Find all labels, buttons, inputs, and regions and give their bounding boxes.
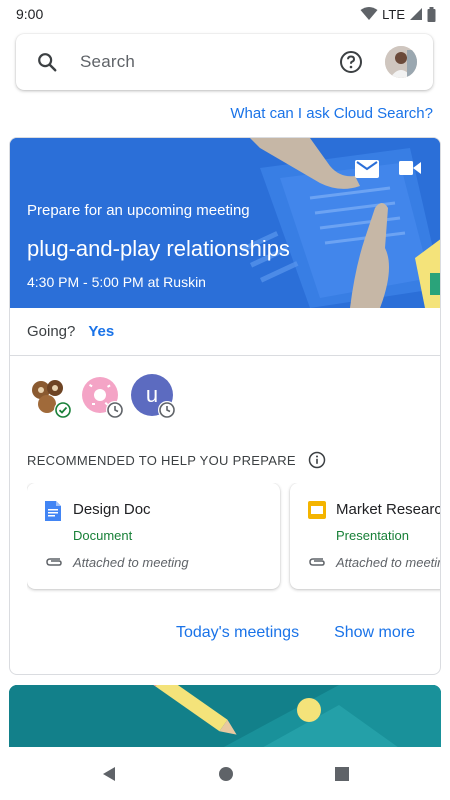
attachment-icon — [309, 558, 325, 566]
status-time: 9:00 — [16, 6, 44, 22]
back-icon[interactable] — [100, 765, 118, 783]
ask-cloud-search-link[interactable]: What can I ask Cloud Search? — [230, 105, 433, 122]
network-type: LTE — [382, 6, 405, 22]
battery-icon — [427, 6, 436, 22]
attendee-list: u — [27, 374, 176, 419]
doc-type: Document — [73, 528, 133, 543]
help-icon[interactable] — [339, 50, 363, 74]
meeting-time-location: 4:30 PM - 5:00 PM at Ruskin — [27, 274, 206, 290]
recommended-title: RECOMMENDED TO HELP YOU PREPARE — [27, 452, 296, 468]
doc-card[interactable]: Market Research Presentation Attached to… — [290, 483, 441, 589]
email-icon[interactable] — [355, 160, 379, 178]
meeting-card: Prepare for an upcoming meeting plug-and… — [9, 137, 441, 675]
pending-icon — [106, 401, 124, 419]
search-icon[interactable] — [36, 51, 58, 73]
doc-name: Design Doc — [73, 501, 151, 518]
recommended-docs-carousel[interactable]: Design Doc Document Attached to meeting … — [27, 483, 441, 593]
system-nav-bar — [0, 747, 450, 800]
google-docs-icon — [45, 501, 61, 521]
doc-type: Presentation — [336, 528, 409, 543]
search-bar[interactable]: Search — [16, 34, 433, 90]
attendee-avatar[interactable] — [79, 374, 124, 419]
signal-icon — [410, 8, 422, 20]
attachment-icon — [46, 558, 62, 566]
meeting-prompt: Prepare for an upcoming meeting — [27, 202, 250, 219]
todays-meetings-button[interactable]: Today's meetings — [176, 624, 299, 642]
account-avatar[interactable] — [385, 46, 417, 78]
next-card-illustration — [9, 685, 441, 755]
attendee-avatar[interactable] — [27, 374, 72, 419]
meeting-hero[interactable]: Prepare for an upcoming meeting plug-and… — [10, 138, 440, 308]
recents-icon[interactable] — [334, 766, 350, 782]
accepted-icon — [54, 401, 72, 419]
google-slides-icon — [308, 501, 326, 519]
recommended-header: RECOMMENDED TO HELP YOU PREPARE — [27, 451, 326, 469]
attendee-avatar[interactable]: u — [131, 374, 176, 419]
doc-name: Market Research — [336, 501, 441, 518]
wifi-icon — [360, 7, 378, 20]
status-bar: 9:00 LTE — [0, 0, 450, 28]
pending-icon — [158, 401, 176, 419]
card-actions: Today's meetings Show more — [176, 624, 415, 642]
doc-attachment-status: Attached to meeting — [73, 555, 189, 570]
video-call-icon[interactable] — [399, 160, 421, 176]
rsvp-row: Going? Yes — [10, 308, 440, 356]
info-icon[interactable] — [308, 451, 326, 469]
meeting-title: plug-and-play relationships — [27, 236, 290, 261]
next-card[interactable] — [9, 685, 441, 755]
rsvp-value[interactable]: Yes — [88, 323, 114, 340]
doc-card[interactable]: Design Doc Document Attached to meeting — [27, 483, 280, 589]
search-input[interactable]: Search — [80, 52, 339, 72]
home-icon[interactable] — [218, 766, 234, 782]
doc-attachment-status: Attached to meeting — [336, 555, 441, 570]
rsvp-label: Going? — [27, 323, 76, 340]
show-more-button[interactable]: Show more — [334, 624, 415, 642]
